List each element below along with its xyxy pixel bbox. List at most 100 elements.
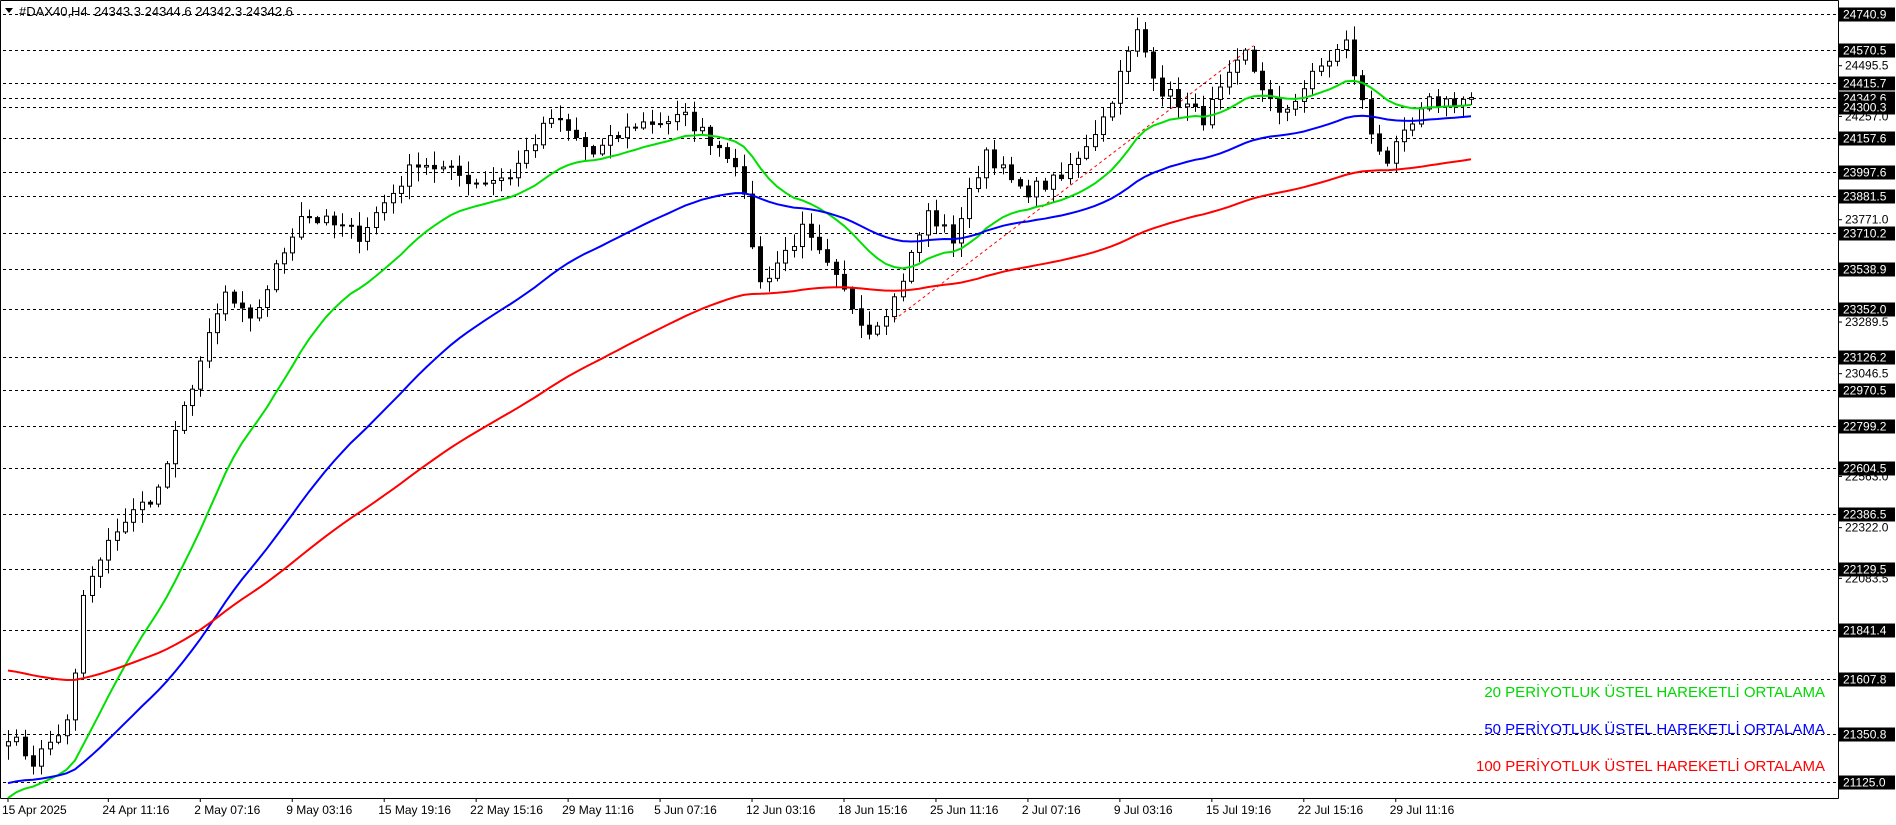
candle-body [31, 755, 36, 767]
candle-body [825, 249, 830, 263]
candle-body [441, 166, 446, 170]
candle-body [123, 521, 128, 533]
legend: 20 PERİYOTLUK ÜSTEL HAREKETLİ ORTALAMA 5… [1476, 683, 1825, 775]
level-label: 23881.5 [1843, 190, 1887, 204]
candle-body [892, 296, 897, 318]
candle-body [1093, 134, 1098, 148]
candle-body [382, 202, 387, 214]
candle-body [332, 215, 337, 226]
level-label: 24415.7 [1843, 77, 1887, 91]
candle-body [742, 166, 747, 195]
candle-body [1143, 29, 1148, 53]
candle-body [976, 177, 981, 190]
candle-body [1377, 133, 1382, 152]
candle-body [198, 360, 203, 390]
candle-body [1176, 89, 1181, 108]
chart-header: #DAX40,H4 24343.3 24344.6 24342.3 24342.… [5, 4, 293, 19]
candle-body [1469, 96, 1474, 100]
candle-body [1009, 164, 1014, 181]
candle-body [1168, 89, 1173, 97]
candle-body [917, 234, 922, 253]
candle-body [625, 126, 630, 139]
candle-body [884, 316, 889, 327]
candle-body [1310, 70, 1315, 90]
candle-body [616, 135, 621, 139]
candle-body [666, 121, 671, 125]
candle-body [1084, 146, 1089, 159]
candle-body [1410, 123, 1415, 131]
candle-body [483, 182, 488, 185]
candle-body [1285, 108, 1290, 113]
candle-body [516, 162, 521, 179]
candle-body [1110, 102, 1115, 118]
x-tick-label: 22 May 15:16 [470, 803, 543, 817]
price-chart[interactable]: 24740.9 24570.5 24415.7 24342.6 24300.3 24157… [0, 0, 1896, 820]
candle-body [457, 165, 462, 176]
candle-body [223, 291, 228, 315]
candle-body [1101, 116, 1106, 136]
x-tick-label: 29 May 11:16 [562, 803, 634, 817]
candle-body [574, 129, 579, 139]
candle-body [140, 501, 145, 511]
candle-body [1452, 98, 1457, 107]
y-tick-label: 23771.0 [1845, 213, 1889, 227]
candle-body [374, 212, 379, 229]
candle-body [365, 227, 370, 242]
candle-body [583, 137, 588, 148]
candle-body [834, 261, 839, 275]
ohlc-readout: 24343.3 24344.6 24342.3 24342.6 [94, 4, 293, 19]
candle-body [48, 741, 53, 750]
y-tick-label: 24495.5 [1845, 59, 1889, 73]
candle-body [399, 185, 404, 194]
candle-body [600, 144, 605, 155]
candle-body [307, 216, 312, 219]
candle-body [683, 111, 688, 116]
candle-body [416, 164, 421, 168]
candle-body [357, 225, 362, 242]
x-tick-label: 22 Jul 15:16 [1298, 803, 1364, 817]
candle-body [165, 463, 170, 488]
chart-canvas[interactable]: 24740.924570.524415.724342.624300.324157… [0, 0, 1896, 820]
candle-body [324, 215, 329, 224]
level-label: 21350.8 [1843, 728, 1887, 742]
candle-body [767, 277, 772, 283]
candle-body [566, 119, 571, 131]
level-label: 22799.2 [1843, 420, 1887, 434]
candle-body [717, 144, 722, 149]
candle-body [508, 177, 513, 180]
candle-body [432, 164, 437, 170]
candle-body [758, 246, 763, 283]
candle-body [131, 509, 136, 523]
candle-body [265, 289, 270, 309]
level-label: 23538.9 [1843, 263, 1887, 277]
x-tick-label: 18 Jun 15:16 [838, 803, 908, 817]
candle-body [1043, 180, 1048, 190]
candle-body [1344, 39, 1349, 50]
level-label: 24570.5 [1843, 44, 1887, 58]
candle-body [148, 501, 153, 505]
candle-body [1327, 60, 1332, 67]
candle-body [792, 246, 797, 251]
candle-body [1394, 141, 1399, 164]
candle-body [800, 223, 805, 248]
candle-body [1076, 157, 1081, 166]
candle-body [491, 179, 496, 184]
legend-ema20: 20 PERİYOTLUK ÜSTEL HAREKETLİ ORTALAMA [1484, 683, 1825, 701]
candle-body [541, 122, 546, 146]
candle-body [633, 126, 638, 129]
level-label: 22970.5 [1843, 384, 1887, 398]
x-tick-label: 9 May 03:16 [286, 803, 352, 817]
candle-body [248, 307, 253, 319]
candle-body [1277, 98, 1282, 113]
y-tick-label: 23046.5 [1845, 367, 1889, 381]
candle-body [1252, 49, 1257, 72]
candle-body [1126, 50, 1131, 72]
candle-body [1260, 70, 1265, 91]
candle-body [1210, 98, 1215, 126]
candle-body [340, 224, 345, 227]
candle-body [951, 224, 956, 244]
candle-body [282, 252, 287, 265]
candle-body [1034, 180, 1039, 198]
candle-body [1385, 150, 1390, 164]
candle-body [608, 135, 613, 146]
